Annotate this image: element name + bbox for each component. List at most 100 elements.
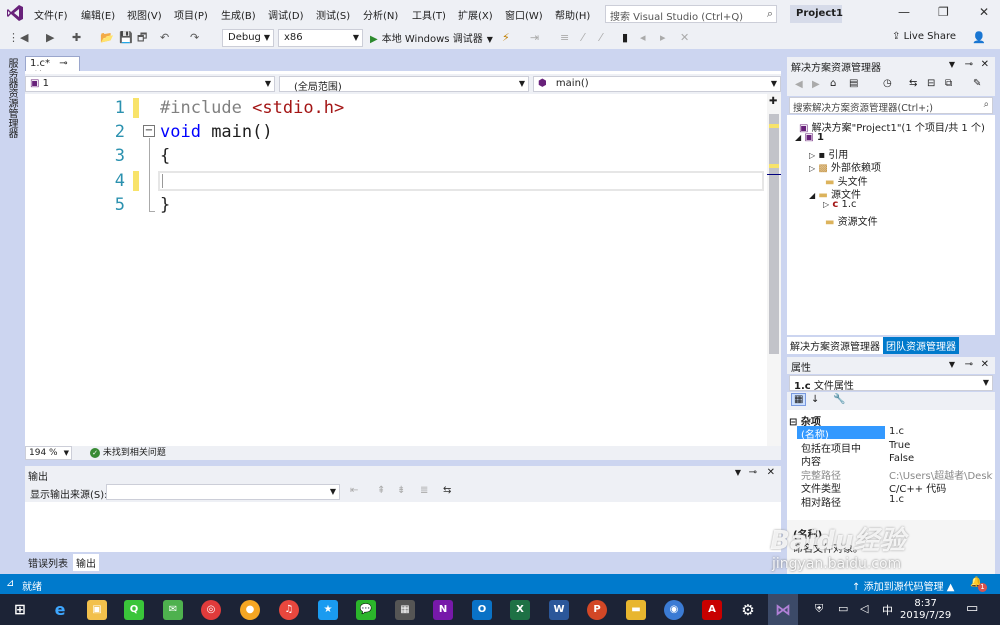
alphabetical-icon[interactable]: ↓ bbox=[811, 394, 819, 405]
ime-indicator[interactable]: 中 bbox=[882, 602, 893, 618]
outlook-icon[interactable]: O bbox=[472, 600, 492, 620]
tree-node-project[interactable]: ◢ ▣ 1 bbox=[795, 132, 824, 143]
calculator-icon[interactable]: ▦ bbox=[395, 600, 415, 620]
scope-nav-select[interactable]: (全局范围) ▼ bbox=[279, 76, 529, 93]
clear-bookmarks-icon[interactable]: ✕ bbox=[680, 29, 689, 46]
forward-icon[interactable]: ▶ bbox=[812, 79, 820, 90]
close-icon[interactable]: ✕ bbox=[979, 5, 989, 19]
store-icon[interactable]: ▣ bbox=[87, 600, 107, 620]
issues-indicator[interactable]: ✓ 未找到相关问题 bbox=[90, 447, 166, 459]
project-nav-select[interactable]: ▣ 1 ▼ bbox=[25, 76, 275, 92]
property-pages-icon[interactable]: 🔧 bbox=[833, 394, 845, 405]
comment-icon[interactable]: ⁄ bbox=[582, 29, 584, 46]
format-icon[interactable]: ≡ bbox=[560, 29, 569, 46]
defender-icon[interactable]: ⛨ bbox=[815, 602, 823, 616]
live-share-button[interactable]: ⇪ Live Share bbox=[892, 31, 956, 42]
chat-app-icon[interactable]: ✉ bbox=[163, 600, 183, 620]
restore-icon[interactable]: ❐ bbox=[938, 5, 949, 19]
scrollbar-thumb[interactable] bbox=[769, 114, 779, 354]
collapse-all-icon[interactable]: ⊟ bbox=[927, 78, 935, 89]
pin-icon[interactable]: ⊸ bbox=[965, 59, 973, 70]
prop-value[interactable]: C/C++ 代码 bbox=[889, 480, 946, 495]
menu-window[interactable]: 窗口(W) bbox=[505, 7, 543, 22]
switch-view-icon[interactable]: ▤ bbox=[849, 78, 858, 89]
powerpoint-icon[interactable]: P bbox=[587, 600, 607, 620]
tree-node-solution[interactable]: ▣ 解决方案"Project1"(1 个项目/共 1 个) bbox=[799, 119, 985, 134]
back-icon[interactable]: ◀ bbox=[20, 29, 28, 46]
tab-team-explorer[interactable]: 团队资源管理器 bbox=[883, 337, 959, 354]
platform-select[interactable]: x86 ▼ bbox=[278, 29, 363, 47]
netease-music-icon[interactable]: ◎ bbox=[201, 600, 221, 620]
tab-error-list[interactable]: 错误列表 bbox=[25, 554, 71, 571]
close-icon[interactable]: ✕ bbox=[767, 467, 775, 478]
prop-key[interactable]: (名称) bbox=[801, 426, 829, 441]
config-select[interactable]: Debug ▼ bbox=[222, 29, 274, 47]
close-icon[interactable]: ✕ bbox=[981, 359, 989, 370]
solution-search-input[interactable]: 搜索解决方案资源管理器(Ctrl+;) ⌕ bbox=[789, 97, 993, 114]
acrobat-icon[interactable]: A bbox=[702, 600, 722, 620]
sync-icon[interactable]: ⇆ bbox=[909, 78, 917, 89]
wechat-icon[interactable]: 💬 bbox=[356, 600, 376, 620]
next-message-icon[interactable]: ⇟ bbox=[397, 485, 405, 496]
pin-icon[interactable]: ⊸ bbox=[59, 58, 67, 69]
visual-studio-logo-icon[interactable] bbox=[6, 4, 24, 22]
next-bookmark-icon[interactable]: ▸ bbox=[660, 29, 666, 46]
output-source-select[interactable]: ▼ bbox=[106, 484, 340, 500]
member-nav-select[interactable]: ⬢ main() ▼ bbox=[533, 76, 781, 92]
audio-app-icon[interactable]: ♫ bbox=[279, 600, 299, 620]
favorites-app-icon[interactable]: ★ bbox=[318, 600, 338, 620]
menu-view[interactable]: 视图(V) bbox=[127, 7, 162, 22]
onenote-icon[interactable]: N bbox=[433, 600, 453, 620]
prop-value[interactable]: False bbox=[889, 453, 914, 464]
battery-icon[interactable]: ▭ bbox=[838, 602, 848, 615]
start-debugging-button[interactable]: ▶ 本地 Windows 调试器 ▼ bbox=[370, 30, 493, 45]
file-explorer-icon[interactable]: ▬ bbox=[626, 600, 646, 620]
uncomment-icon[interactable]: ⁄ bbox=[600, 29, 602, 46]
pin-icon[interactable]: ⊸ bbox=[965, 359, 973, 370]
prop-key[interactable]: 文件类型 bbox=[801, 480, 841, 495]
menu-build[interactable]: 生成(B) bbox=[221, 7, 256, 22]
bookmark-icon[interactable]: ▮ bbox=[622, 29, 628, 46]
close-icon[interactable]: ✕ bbox=[981, 59, 989, 70]
visual-studio-taskbar-icon[interactable]: ⋈ bbox=[768, 594, 798, 625]
chevron-down-icon[interactable]: ▼ bbox=[949, 60, 955, 69]
windows-start-icon[interactable]: ⊞ bbox=[10, 600, 30, 620]
save-all-icon[interactable]: 🗗 bbox=[137, 29, 147, 46]
search-input[interactable]: 搜索 Visual Studio (Ctrl+Q) ⌕ bbox=[605, 5, 777, 23]
prop-value[interactable]: True bbox=[889, 440, 910, 451]
prop-value[interactable]: 1.c bbox=[889, 426, 904, 437]
word-wrap-icon[interactable]: ⇆ bbox=[443, 485, 451, 496]
menu-debug[interactable]: 调试(D) bbox=[268, 7, 304, 22]
open-file-icon[interactable]: 📂 bbox=[100, 29, 114, 46]
save-icon[interactable]: 💾 bbox=[119, 29, 133, 46]
browser-icon[interactable]: ◉ bbox=[664, 600, 684, 620]
home-icon[interactable]: ⌂ bbox=[830, 78, 836, 89]
tab-solution-explorer[interactable]: 解决方案资源管理器 bbox=[787, 337, 883, 354]
edge-icon[interactable]: e bbox=[50, 600, 70, 620]
word-icon[interactable]: W bbox=[549, 600, 569, 620]
tab-output[interactable]: 输出 bbox=[73, 554, 99, 571]
menu-file[interactable]: 文件(F) bbox=[34, 7, 68, 22]
tree-node-resource-files[interactable]: ▬ 资源文件 bbox=[825, 213, 878, 228]
wrench-icon[interactable]: ✎ bbox=[973, 78, 981, 89]
clear-all-icon[interactable]: ≣ bbox=[420, 485, 428, 496]
server-explorer-tab[interactable]: 服务器资源管理器 bbox=[4, 58, 19, 138]
tree-node-external-deps[interactable]: ▷ ▩ 外部依赖项 bbox=[809, 159, 881, 174]
collapse-icon[interactable]: − bbox=[143, 125, 155, 137]
back-icon[interactable]: ◀ bbox=[795, 79, 803, 90]
prev-bookmark-icon[interactable]: ◂ bbox=[640, 29, 646, 46]
iqiyi-icon[interactable]: Q bbox=[124, 600, 144, 620]
diagnostics-icon[interactable]: ⚡ bbox=[502, 29, 510, 46]
editor-tab[interactable]: 1.c* ⊸ ✕ bbox=[25, 56, 80, 80]
excel-icon[interactable]: X bbox=[510, 600, 530, 620]
show-all-icon[interactable]: ⧉ bbox=[945, 78, 952, 89]
action-center-icon[interactable]: ▭ bbox=[966, 601, 978, 616]
split-icon[interactable]: ✚ bbox=[769, 96, 777, 107]
menu-tools[interactable]: 工具(T) bbox=[412, 7, 446, 22]
settings-icon[interactable]: ⚙ bbox=[738, 600, 758, 620]
minimize-icon[interactable]: — bbox=[898, 5, 910, 19]
prop-value[interactable]: 1.c bbox=[889, 494, 904, 505]
prop-key[interactable]: 内容 bbox=[801, 453, 821, 468]
menu-extensions[interactable]: 扩展(X) bbox=[458, 7, 493, 22]
undo-icon[interactable]: ↶ bbox=[160, 29, 169, 46]
